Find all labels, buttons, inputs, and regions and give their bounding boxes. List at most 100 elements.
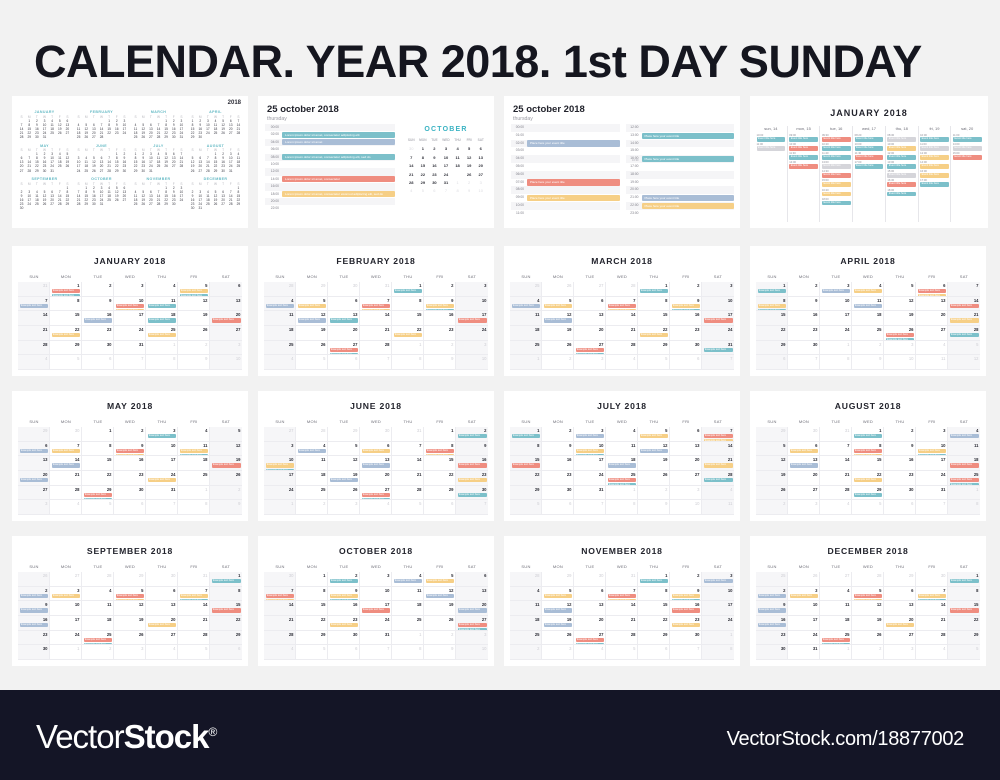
week-event-title[interactable]: Event title here bbox=[821, 200, 851, 206]
month-event[interactable]: Example text here bbox=[265, 463, 294, 468]
month-day-cell-outside[interactable]: 10 bbox=[670, 500, 702, 515]
month-day-cell[interactable]: 24 bbox=[820, 326, 852, 341]
month-day-cell[interactable]: 27 bbox=[670, 471, 702, 486]
month-event[interactable]: Example text here bbox=[115, 303, 144, 309]
month-day-cell[interactable]: 16 Example text here bbox=[82, 311, 114, 326]
month-event[interactable]: Example text here bbox=[329, 318, 358, 323]
month-card[interactable]: JUNE 2018 SUN MON TUE WED THU FRI SAT 27 28 29 30 31… bbox=[258, 391, 494, 521]
mini-day[interactable]: 28 bbox=[227, 202, 234, 207]
month-event[interactable]: Example text here bbox=[457, 478, 487, 483]
month-day-cell[interactable]: 26 bbox=[542, 630, 574, 646]
month-day-cell[interactable]: 2 bbox=[114, 427, 146, 442]
week-event-title[interactable]: Event title here bbox=[789, 164, 818, 169]
month-day-cell[interactable]: 30 bbox=[82, 340, 114, 356]
mini-day[interactable]: 22 bbox=[106, 131, 113, 136]
mini-picker-day[interactable]: 11 bbox=[452, 154, 463, 161]
month-day-cell[interactable]: 1 Example text here bbox=[852, 427, 884, 442]
month-day-cell-outside[interactable]: 10 bbox=[884, 355, 916, 370]
month-day-cell[interactable]: 8 Example text here Example text here bbox=[424, 441, 456, 457]
month-event[interactable]: Example text here bbox=[265, 303, 294, 309]
month-day-cell[interactable]: 21 bbox=[18, 326, 50, 341]
week-event[interactable]: 13:00 Event title here bbox=[887, 161, 917, 169]
mini-day[interactable]: 30 bbox=[189, 207, 196, 211]
week-day-columns[interactable]: sun, 14 10:00 Event title here 11:00 Event t… bbox=[755, 126, 983, 222]
month-day-cell[interactable]: 30 bbox=[788, 340, 820, 356]
month-day-cell[interactable]: 26 bbox=[756, 485, 788, 501]
month-event[interactable]: Example text here bbox=[703, 318, 733, 323]
day-hour-row[interactable]: 10:00 bbox=[265, 161, 395, 168]
month-day-cell-outside[interactable]: 29 bbox=[756, 427, 788, 442]
month-day-cell[interactable]: 15 bbox=[82, 456, 114, 471]
month-day-cell-outside[interactable]: 28 bbox=[296, 427, 328, 442]
month-day-cell[interactable]: 29 bbox=[638, 340, 670, 356]
month-event[interactable]: Example text here bbox=[179, 593, 208, 599]
month-day-cell[interactable]: 27 bbox=[18, 485, 50, 501]
month-day-cell-outside[interactable]: 26 bbox=[18, 572, 50, 587]
mini-day[interactable]: 30 bbox=[140, 169, 147, 174]
month-day-cell-outside[interactable]: 5 bbox=[82, 500, 114, 515]
month-day-cell[interactable]: 16 Example text here bbox=[670, 601, 702, 616]
month-day-cell[interactable]: 23 bbox=[788, 326, 820, 341]
month-day-cell-outside[interactable]: 27 bbox=[50, 572, 82, 587]
month-day-cell[interactable]: 30 bbox=[670, 340, 702, 356]
mini-picker-day[interactable]: 9 bbox=[429, 154, 440, 161]
month-day-cell[interactable]: 4 Example text here bbox=[392, 572, 424, 587]
month-day-cell[interactable]: 5 bbox=[756, 441, 788, 457]
month-card[interactable]: SEPTEMBER 2018 SUN MON TUE WED THU FRI SAT 26 27 2… bbox=[12, 536, 248, 666]
mini-day[interactable]: 28 bbox=[18, 135, 25, 140]
month-day-cell-outside[interactable]: 12 bbox=[948, 355, 980, 370]
week-day-column[interactable]: thu, 18 08:30 Event title here 10:00 Event t… bbox=[884, 126, 918, 222]
month-day-cell[interactable]: 20 bbox=[788, 471, 820, 486]
month-event[interactable]: Example text here bbox=[297, 303, 326, 309]
month-day-cell[interactable]: 29 bbox=[510, 485, 542, 501]
month-event[interactable]: Example text here bbox=[361, 448, 390, 454]
week-event[interactable]: 12:00 Event title here bbox=[920, 152, 949, 160]
mini-picker-day[interactable]: 28 bbox=[406, 179, 417, 186]
month-day-cell[interactable]: 9 Example text here bbox=[18, 601, 50, 616]
month-day-cell[interactable]: 5 Example text here Example text here bbox=[114, 586, 146, 602]
month-day-cell-outside[interactable]: 5 bbox=[638, 355, 670, 370]
month-day-cell[interactable]: 23 bbox=[670, 326, 702, 341]
week-event-title[interactable]: Event title here bbox=[920, 182, 949, 188]
month-mini-picker[interactable]: OCTOBER SUN MON TUE WED THU FRI SAT 30 1 2 3 4 5 6 7 8 9… bbox=[406, 126, 486, 195]
week-event[interactable]: 08:20 Event title here bbox=[854, 134, 884, 142]
month-day-cell[interactable]: 8 bbox=[210, 586, 242, 602]
month-day-cell[interactable]: 27 bbox=[788, 485, 820, 501]
month-day-cell[interactable]: 7 Example text here Example text here bbox=[702, 427, 734, 442]
mini-picker-day[interactable]: 27 bbox=[475, 171, 486, 178]
mini-day[interactable]: 24 bbox=[204, 131, 211, 136]
month-day-cell-outside[interactable]: 27 bbox=[574, 282, 606, 297]
month-day-cell[interactable]: 23 Example text here bbox=[456, 471, 488, 486]
month-event[interactable]: Example text here bbox=[949, 463, 979, 468]
month-event[interactable]: Example text here bbox=[853, 289, 882, 294]
month-day-cell[interactable]: 12 Example text here bbox=[638, 441, 670, 457]
day-hour-row[interactable]: 00:00 bbox=[265, 124, 395, 132]
mini-day[interactable]: 24 bbox=[121, 131, 128, 136]
month-day-cell[interactable]: 14 bbox=[606, 601, 638, 616]
month-event[interactable]: Example text here bbox=[639, 434, 668, 439]
month-day-cell[interactable]: 17 bbox=[702, 601, 734, 616]
month-event[interactable]: Example text here bbox=[757, 623, 786, 628]
month-day-cell[interactable]: 11 bbox=[606, 441, 638, 457]
mini-picker-day[interactable]: 1 bbox=[418, 145, 429, 152]
mini-day[interactable]: 25 bbox=[106, 198, 113, 203]
mini-day[interactable]: 28 bbox=[155, 135, 162, 140]
month-day-cell-outside[interactable]: 3 bbox=[114, 645, 146, 660]
week-event-title[interactable]: Event title here bbox=[887, 182, 917, 188]
month-day-cell[interactable]: 15 bbox=[296, 601, 328, 616]
month-day-cell[interactable]: 1 Example text here bbox=[638, 282, 670, 297]
month-day-cell[interactable]: 21 Example text here bbox=[948, 311, 980, 326]
month-day-cell[interactable]: 11 bbox=[296, 456, 328, 471]
day-two-column-panel[interactable]: 25 october 2018 thursday 00:00 01:00 02:00… bbox=[504, 96, 740, 228]
mini-day[interactable]: 31 bbox=[197, 207, 204, 211]
month-day-cell[interactable]: 16 bbox=[670, 311, 702, 326]
month-day-cell[interactable]: 5 Example text here bbox=[424, 572, 456, 587]
month-day-cell[interactable]: 17 bbox=[916, 456, 948, 471]
month-day-cell[interactable]: 1 Example text here bbox=[948, 572, 980, 587]
mini-month[interactable]: JUNE S M T W T F S 1 2 3 4 5 6 7 8 9 10 11 12 13 14 15 16 17 18 19… bbox=[75, 144, 128, 174]
mini-day[interactable]: 27 bbox=[98, 169, 105, 174]
month-day-cell[interactable]: 12 bbox=[852, 601, 884, 616]
month-day-cell[interactable]: 13 bbox=[670, 441, 702, 457]
month-day-cell[interactable]: 4 Example text here bbox=[296, 441, 328, 457]
month-event[interactable]: Example text here bbox=[853, 434, 882, 439]
